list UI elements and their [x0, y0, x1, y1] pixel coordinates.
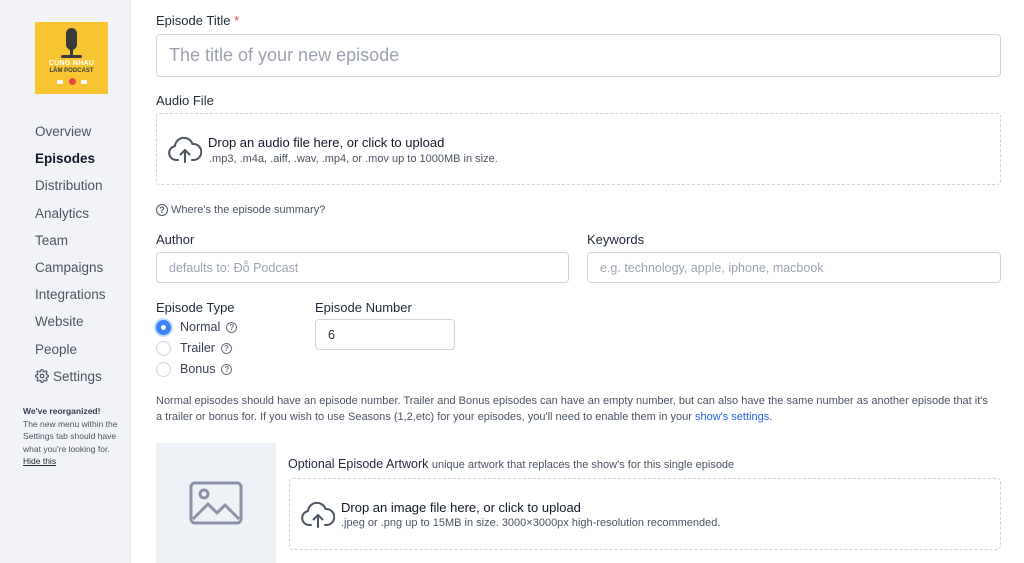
sidebar-item-people[interactable]: People [35, 336, 106, 363]
artwork-label: Optional Episode Artwork unique artwork … [288, 457, 735, 471]
radio-trailer[interactable] [156, 340, 171, 356]
audio-drop-subtitle: .mp3, .m4a, .aiff, .wav, .mp4, or .mov u… [209, 153, 498, 165]
artwork-drop-subtitle: .jpeg or .png up to 15MB in size. 3000×3… [341, 517, 721, 529]
episode-number-label: Episode Number [315, 300, 412, 315]
radio-normal[interactable] [156, 319, 171, 335]
sidebar-item-integrations[interactable]: Integrations [35, 281, 106, 308]
question-icon[interactable]: ? [220, 342, 232, 354]
sidebar-item-settings[interactable]: Settings [35, 363, 106, 390]
sidebar: CÙNG NHAU LÀM PODCAST Overview Episodes … [0, 0, 131, 563]
image-placeholder-icon [189, 481, 243, 530]
keywords-label: Keywords [587, 232, 645, 247]
sidebar-item-analytics[interactable]: Analytics [35, 200, 106, 227]
notice-body: The new menu within the Settings tab sho… [23, 418, 118, 454]
question-icon[interactable]: ? [221, 363, 233, 375]
show-settings-link[interactable]: show's settings [695, 411, 769, 423]
sidebar-item-website[interactable]: Website [35, 308, 106, 335]
author-placeholder: defaults to: Đỗ Podcast [169, 260, 299, 275]
sidebar-item-episodes[interactable]: Episodes [35, 145, 106, 172]
sidebar-item-distribution[interactable]: Distribution [35, 172, 106, 199]
episode-number-value: 6 [328, 327, 335, 342]
sidebar-item-team[interactable]: Team [35, 227, 106, 254]
audio-dropzone[interactable]: Drop an audio file here, or click to upl… [156, 113, 1001, 185]
episode-title-label: Episode Title * [156, 13, 240, 28]
episode-type-normal[interactable]: Normal ? [156, 319, 238, 335]
notice-heading: We've reorganized! [23, 406, 101, 416]
question-icon: ? [156, 204, 168, 216]
keywords-placeholder: e.g. technology, apple, iphone, macbook [600, 260, 824, 275]
author-input[interactable]: defaults to: Đỗ Podcast [156, 252, 569, 283]
required-marker: * [234, 13, 240, 28]
sidebar-item-campaigns[interactable]: Campaigns [35, 254, 106, 281]
radio-bonus[interactable] [156, 361, 171, 377]
episode-type-bonus[interactable]: Bonus ? [156, 361, 233, 377]
author-label: Author [156, 232, 195, 247]
gear-icon [35, 369, 49, 384]
upload-cloud-icon [168, 136, 203, 169]
episode-type-trailer[interactable]: Trailer ? [156, 340, 232, 356]
keywords-input[interactable]: e.g. technology, apple, iphone, macbook [587, 252, 1001, 283]
episode-title-input[interactable]: The title of your new episode [156, 34, 1001, 77]
sidebar-nav: Overview Episodes Distribution Analytics… [35, 118, 106, 390]
reorganized-notice: We've reorganized! The new menu within t… [23, 405, 127, 468]
sidebar-item-overview[interactable]: Overview [35, 118, 106, 145]
cover-title-line1: CÙNG NHAU [48, 60, 95, 67]
question-icon[interactable]: ? [226, 321, 238, 333]
episode-number-input[interactable]: 6 [315, 319, 455, 350]
artwork-dropzone[interactable]: Drop an image file here, or click to upl… [289, 478, 1001, 550]
audio-drop-title: Drop an audio file here, or click to upl… [208, 135, 445, 150]
cover-title-line2: LÀM PODCAST [49, 68, 94, 74]
artwork-drop-title: Drop an image file here, or click to upl… [341, 500, 581, 515]
microphone-icon [66, 28, 77, 56]
audio-file-label: Audio File [156, 93, 214, 108]
artwork-preview[interactable] [156, 443, 276, 563]
episode-number-note: Normal episodes should have an episode n… [156, 395, 988, 423]
podcast-cover-image[interactable]: CÙNG NHAU LÀM PODCAST [35, 22, 108, 94]
upload-cloud-icon [301, 501, 336, 534]
hide-notice-link[interactable]: Hide this [23, 455, 127, 468]
episode-title-placeholder: The title of your new episode [169, 45, 400, 65]
episode-summary-help[interactable]: ? Where's the episode summary? [156, 204, 325, 216]
player-controls-icon [57, 78, 87, 85]
episode-type-label: Episode Type [156, 300, 235, 315]
